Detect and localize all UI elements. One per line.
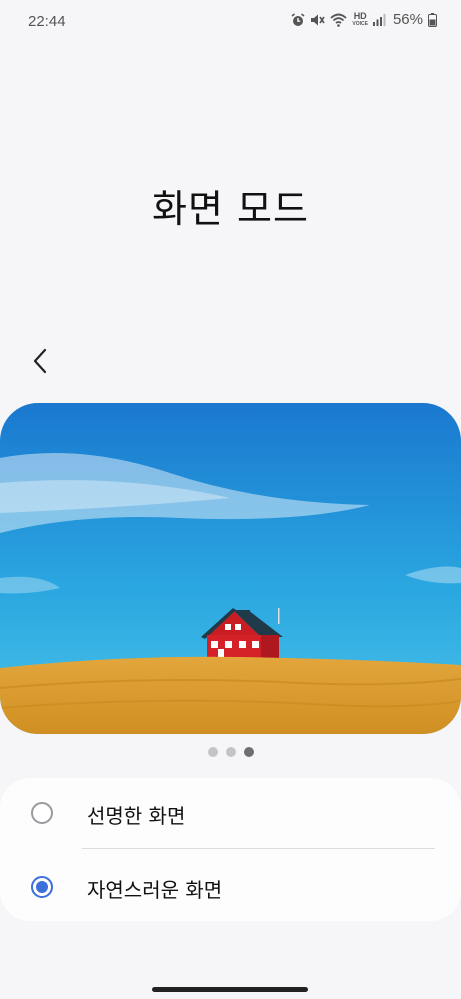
mute-icon bbox=[310, 13, 326, 27]
chevron-left-icon bbox=[33, 348, 47, 374]
hd-voice-icon: HD VOICE bbox=[352, 11, 368, 28]
status-time: 22:44 bbox=[28, 13, 66, 30]
battery-percent: 56% bbox=[392, 11, 423, 28]
back-button[interactable] bbox=[24, 343, 60, 379]
preview-image bbox=[0, 403, 461, 734]
battery-icon bbox=[428, 12, 437, 27]
divider bbox=[82, 848, 435, 849]
voice-label: VOICE bbox=[352, 21, 368, 27]
landscape-illustration bbox=[0, 403, 461, 734]
hd-label: HD bbox=[353, 11, 367, 21]
option-vivid[interactable]: 선명한 화면 bbox=[0, 778, 461, 849]
radio-button-natural[interactable] bbox=[31, 876, 53, 898]
page-indicator bbox=[0, 747, 461, 757]
screen-mode-options: 선명한 화면 자연스러운 화면 bbox=[0, 778, 461, 921]
wifi-icon bbox=[330, 13, 348, 27]
page-dot-3[interactable] bbox=[243, 747, 254, 757]
status-icons: HD VOICE 56% bbox=[291, 11, 437, 28]
radio-button-vivid[interactable] bbox=[31, 802, 53, 824]
signal-icon bbox=[372, 13, 386, 26]
alarm-icon bbox=[291, 12, 305, 27]
status-bar: 22:44 HD VOICE 56% bbox=[0, 0, 461, 44]
page-dot-1[interactable] bbox=[207, 747, 218, 757]
page-title: 화면 모드 bbox=[152, 187, 309, 231]
page-dot-2[interactable] bbox=[225, 747, 236, 757]
option-label-vivid: 선명한 화면 bbox=[87, 804, 186, 828]
home-indicator[interactable] bbox=[152, 987, 308, 992]
option-natural[interactable]: 자연스러운 화면 bbox=[0, 850, 461, 921]
option-label-natural: 자연스러운 화면 bbox=[87, 878, 223, 902]
